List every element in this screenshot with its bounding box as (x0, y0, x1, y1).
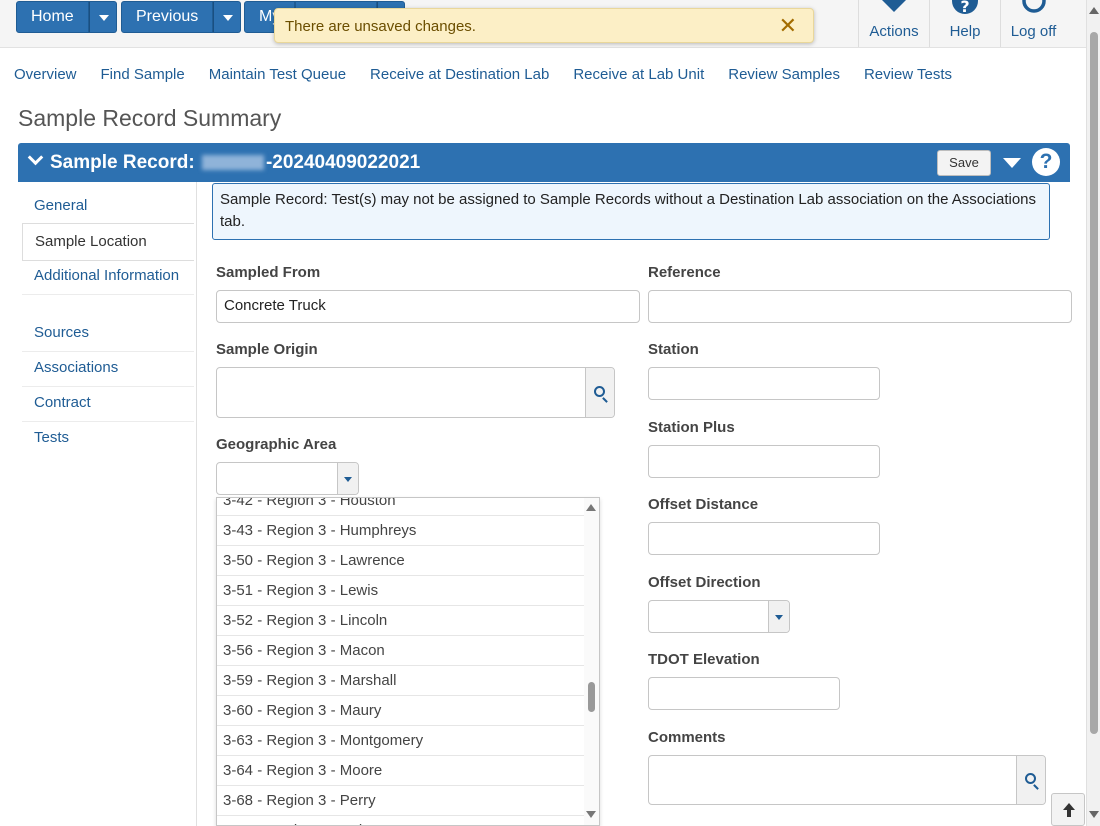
comments-field[interactable] (648, 755, 1046, 805)
caret-down-icon[interactable] (1003, 158, 1021, 168)
geographic-area-select[interactable] (216, 462, 359, 495)
nav-link-overview[interactable]: Overview (14, 66, 77, 83)
list-item[interactable]: 3-59 - Region 3 - Marshall (217, 666, 585, 696)
sidebar-item-sources[interactable]: Sources (22, 315, 194, 352)
panel-title-suffix: -20240409022021 (265, 152, 421, 173)
side-nav: General Sample Location Additional Infor… (18, 182, 196, 826)
actions-label: Actions (869, 23, 919, 40)
info-alert: Sample Record: Test(s) may not be assign… (212, 183, 1050, 240)
actions-menu[interactable]: Actions (858, 0, 929, 47)
help-label: Help (949, 23, 981, 40)
previous-dropdown-button[interactable] (213, 1, 242, 33)
home-button[interactable]: Home (16, 1, 89, 33)
chevron-down-icon[interactable] (27, 149, 44, 166)
logoff-menu[interactable]: Log off (1000, 0, 1066, 47)
nav-link-receive-at-destination-lab[interactable]: Receive at Destination Lab (370, 66, 549, 83)
previous-button[interactable]: Previous (121, 1, 214, 33)
sidebar-item-sample-location[interactable]: Sample Location (22, 223, 194, 261)
sampled-from-field[interactable]: Concrete Truck (216, 290, 640, 323)
nav-link-review-tests[interactable]: Review Tests (864, 66, 952, 83)
list-item[interactable]: 3-51 - Region 3 - Lewis (217, 576, 585, 606)
chevron-down-icon[interactable] (337, 463, 358, 494)
nav-link-receive-at-lab-unit[interactable]: Receive at Lab Unit (573, 66, 704, 83)
page-scroll-thumb[interactable] (1090, 32, 1098, 734)
offset-direction-select[interactable] (648, 600, 790, 633)
panel-title: Sample Record: -20240409022021 (50, 152, 420, 174)
actions-icon (882, 0, 906, 12)
comments-label: Comments (648, 729, 726, 746)
list-item[interactable]: 3-68 - Region 3 - Perry (217, 786, 585, 816)
home-button-group: Home (16, 1, 117, 33)
sidebar-item-additional-information[interactable]: Additional Information (22, 258, 194, 295)
panel-title-prefix: Sample Record: (50, 152, 195, 173)
sidebar-item-associations[interactable]: Associations (22, 350, 194, 387)
logoff-label: Log off (1010, 23, 1057, 40)
tdot-elevation-field[interactable] (648, 677, 840, 710)
power-icon (1021, 0, 1046, 13)
nav-link-maintain-test-queue[interactable]: Maintain Test Queue (209, 66, 346, 83)
tdot-elevation-label: TDOT Elevation (648, 651, 760, 668)
unsaved-changes-toast: There are unsaved changes. ✕ (274, 8, 814, 43)
station-label: Station (648, 341, 699, 358)
list-item[interactable]: 3-64 - Region 3 - Moore (217, 756, 585, 786)
dropdown-scroll-thumb[interactable] (588, 682, 595, 712)
comments-lookup-button[interactable] (1016, 756, 1045, 804)
sample-origin-lookup-button[interactable] (585, 368, 614, 417)
redacted-id (201, 155, 264, 171)
geographic-area-label: Geographic Area (216, 436, 337, 453)
nav-link-review-samples[interactable]: Review Samples (728, 66, 840, 83)
list-item[interactable]: 3-60 - Region 3 - Maury (217, 696, 585, 726)
offset-direction-label: Offset Direction (648, 574, 761, 591)
station-plus-label: Station Plus (648, 419, 735, 436)
sampled-from-label: Sampled From (216, 264, 321, 281)
previous-button-group: Previous (121, 1, 242, 33)
offset-distance-label: Offset Distance (648, 496, 759, 513)
svg-text:?: ? (960, 0, 969, 16)
sample-record-panel-header: Sample Record: -20240409022021 Save ? (18, 143, 1070, 182)
scroll-up-icon[interactable] (586, 504, 596, 511)
list-item[interactable]: 3-52 - Region 3 - Lincoln (217, 606, 585, 636)
reference-label: Reference (648, 264, 721, 281)
dropdown-scrollbar[interactable] (584, 498, 599, 825)
geographic-area-dropdown-list[interactable]: 3-42 - Region 3 - Houston 3-43 - Region … (216, 497, 600, 826)
station-plus-field[interactable] (648, 445, 880, 478)
list-item[interactable]: 3-74 - Region 3 - Robertson (217, 816, 585, 825)
save-button[interactable]: Save (937, 150, 991, 176)
search-icon (594, 385, 605, 397)
search-icon (1025, 773, 1036, 784)
scroll-down-icon[interactable] (1089, 811, 1099, 818)
back-to-top-button[interactable] (1051, 793, 1085, 826)
chevron-down-icon[interactable] (768, 601, 789, 632)
list-item[interactable]: 3-43 - Region 3 - Humphreys (217, 516, 585, 546)
nav-link-find-sample[interactable]: Find Sample (101, 66, 185, 83)
scroll-up-icon[interactable] (1089, 7, 1099, 14)
help-icon: ? (952, 0, 978, 16)
help-circle-icon[interactable]: ? (1032, 148, 1060, 176)
offset-distance-field[interactable] (648, 522, 880, 555)
page-scrollbar[interactable] (1086, 0, 1100, 826)
sample-origin-field[interactable] (216, 367, 615, 418)
sidebar-item-contract[interactable]: Contract (22, 385, 194, 422)
list-item[interactable]: 3-50 - Region 3 - Lawrence (217, 546, 585, 576)
sidebar-item-general[interactable]: General (22, 188, 194, 225)
sample-origin-label: Sample Origin (216, 341, 318, 358)
help-menu[interactable]: ? Help (929, 0, 1000, 47)
reference-field[interactable] (648, 290, 1072, 323)
home-dropdown-button[interactable] (88, 1, 117, 33)
close-icon[interactable]: ✕ (779, 13, 797, 39)
sidebar-item-tests[interactable]: Tests (22, 420, 194, 456)
toast-message: There are unsaved changes. (285, 18, 476, 35)
scroll-down-icon[interactable] (586, 811, 596, 818)
secondary-nav: Overview Find Sample Maintain Test Queue… (14, 66, 976, 83)
list-item[interactable]: 3-42 - Region 3 - Houston (217, 498, 585, 516)
list-item[interactable]: 3-56 - Region 3 - Macon (217, 636, 585, 666)
list-item[interactable]: 3-63 - Region 3 - Montgomery (217, 726, 585, 756)
station-field[interactable] (648, 367, 880, 400)
page-title: Sample Record Summary (18, 105, 282, 131)
